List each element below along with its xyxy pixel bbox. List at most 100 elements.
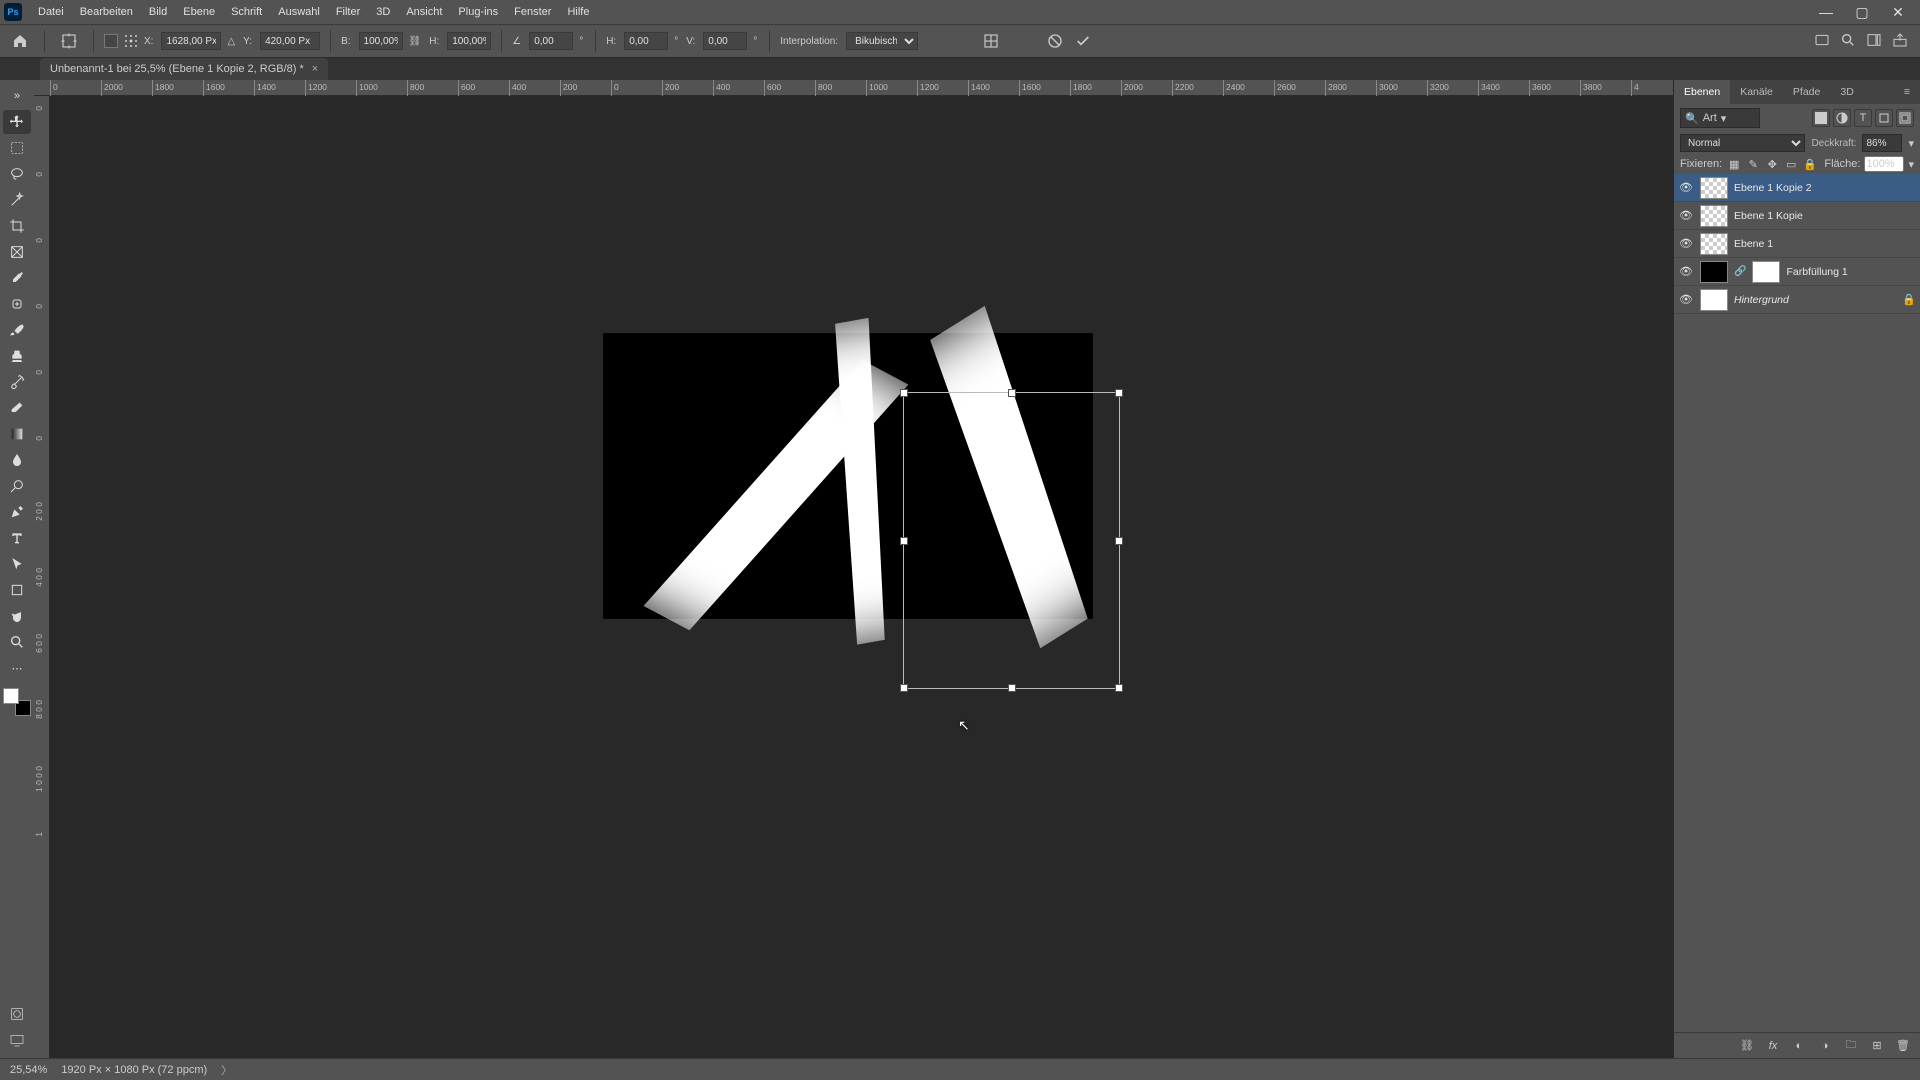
new-layer-icon[interactable]: ⊞ (1868, 1037, 1886, 1055)
transform-handle-bc[interactable] (1008, 684, 1016, 692)
cloud-docs-icon[interactable] (1814, 32, 1830, 51)
layer-lock-icon[interactable]: 🔒 (1902, 293, 1916, 306)
layer-thumbnail[interactable] (1700, 289, 1728, 311)
layer-thumbnail[interactable] (1700, 233, 1728, 255)
layer-mask-link-icon[interactable]: 🔗 (1734, 266, 1746, 277)
menu-fenster[interactable]: Fenster (506, 0, 559, 24)
menu-auswahl[interactable]: Auswahl (270, 0, 328, 24)
tab-3d[interactable]: 3D (1830, 80, 1863, 104)
hand-tool[interactable] (3, 604, 31, 628)
menu-plugins[interactable]: Plug-ins (450, 0, 506, 24)
blur-tool[interactable] (3, 448, 31, 472)
gradient-tool[interactable] (3, 422, 31, 446)
brush-tool[interactable] (3, 318, 31, 342)
lock-artboard-icon[interactable]: ▭ (1783, 156, 1799, 172)
layer-row[interactable]: 👁Ebene 1 Kopie (1674, 202, 1920, 230)
hskew-input[interactable] (624, 32, 668, 50)
layer-filter-type[interactable]: 🔍 Art ▾ (1680, 108, 1760, 128)
menu-schrift[interactable]: Schrift (223, 0, 270, 24)
tab-kanaele[interactable]: Kanäle (1730, 80, 1783, 104)
menu-ansicht[interactable]: Ansicht (398, 0, 450, 24)
collapse-tools-icon[interactable]: » (3, 84, 31, 108)
crop-tool[interactable] (3, 214, 31, 238)
interp-select[interactable]: Bikubisch (846, 32, 918, 50)
filter-type-icon[interactable]: T (1854, 109, 1872, 127)
lock-brush-icon[interactable]: ✎ (1745, 156, 1761, 172)
layer-name[interactable]: Farbfüllung 1 (1786, 266, 1847, 278)
workspace-icon[interactable] (1866, 32, 1882, 51)
path-select-tool[interactable] (3, 552, 31, 576)
layer-name[interactable]: Ebene 1 (1734, 238, 1773, 250)
window-close[interactable]: ✕ (1880, 0, 1916, 24)
more-tools-icon[interactable]: ⋯ (3, 656, 31, 680)
layer-visibility-icon[interactable]: 👁 (1678, 293, 1694, 306)
layer-visibility-icon[interactable]: 👁 (1678, 237, 1694, 250)
layer-visibility-icon[interactable]: 👁 (1678, 265, 1694, 278)
lock-position-icon[interactable]: ✥ (1764, 156, 1780, 172)
shape-tool[interactable] (3, 578, 31, 602)
canvas-workspace[interactable]: ↖ (50, 96, 1713, 1058)
y-input[interactable] (260, 32, 320, 50)
commit-transform-icon[interactable] (1072, 33, 1094, 49)
quick-mask-icon[interactable] (3, 1002, 31, 1026)
zoom-status[interactable]: 25,54% (10, 1064, 47, 1076)
document-tab-close-icon[interactable]: × (312, 63, 318, 75)
delete-layer-icon[interactable]: 🗑 (1894, 1037, 1912, 1055)
foreground-color-swatch[interactable] (3, 688, 19, 704)
chevron-down-icon[interactable]: ▾ (1908, 137, 1914, 150)
transform-handle-tc[interactable] (1008, 389, 1016, 397)
transform-bounding-box[interactable] (903, 392, 1120, 689)
dodge-tool[interactable] (3, 474, 31, 498)
rotate-input[interactable] (529, 32, 573, 50)
transform-tool-icon[interactable] (55, 27, 83, 55)
layer-name[interactable]: Hintergrund (1734, 294, 1789, 306)
layer-fx-icon[interactable]: fx (1764, 1037, 1782, 1055)
menu-bearbeiten[interactable]: Bearbeiten (72, 0, 141, 24)
layer-thumbnail[interactable] (1700, 261, 1728, 283)
transform-handle-br[interactable] (1115, 684, 1123, 692)
eyedropper-tool[interactable] (3, 266, 31, 290)
history-brush-tool[interactable] (3, 370, 31, 394)
vskew-input[interactable] (703, 32, 747, 50)
magic-wand-tool[interactable] (3, 188, 31, 212)
menu-datei[interactable]: Datei (30, 0, 72, 24)
menu-filter[interactable]: Filter (328, 0, 368, 24)
layer-group-icon[interactable]: 🗀 (1842, 1037, 1860, 1055)
filter-pixel-icon[interactable] (1812, 109, 1830, 127)
vertical-ruler[interactable]: 0000002 0 04 0 06 0 08 0 01 0 0 01 (34, 96, 50, 1058)
x-input[interactable] (161, 32, 221, 50)
eraser-tool[interactable] (3, 396, 31, 420)
search-icon[interactable] (1840, 32, 1856, 51)
filter-adjust-icon[interactable] (1833, 109, 1851, 127)
link-wh-icon[interactable]: ⛓ (409, 36, 424, 47)
layer-name[interactable]: Ebene 1 Kopie 2 (1734, 182, 1812, 194)
chevron-down-icon[interactable]: ▾ (1908, 158, 1914, 171)
menu-bild[interactable]: Bild (141, 0, 175, 24)
menu-hilfe[interactable]: Hilfe (559, 0, 597, 24)
document-tab[interactable]: Unbenannt-1 bei 25,5% (Ebene 1 Kopie 2, … (40, 58, 328, 80)
layer-thumbnail[interactable] (1700, 177, 1728, 199)
frame-tool[interactable] (3, 240, 31, 264)
fg-bg-colors[interactable] (3, 688, 31, 716)
document-dims-status[interactable]: 1920 Px × 1080 Px (72 ppcm) (61, 1064, 207, 1076)
warp-mode-icon[interactable] (980, 32, 1002, 50)
tab-pfade[interactable]: Pfade (1783, 80, 1830, 104)
triangle-icon[interactable]: △ (227, 36, 237, 47)
fill-input[interactable] (1864, 156, 1904, 172)
reference-point-grid-icon[interactable] (124, 34, 138, 48)
filter-smart-icon[interactable] (1896, 109, 1914, 127)
transform-handle-bl[interactable] (900, 684, 908, 692)
link-layers-icon[interactable]: ⛓ (1738, 1037, 1756, 1055)
marquee-tool[interactable] (3, 136, 31, 160)
window-maximize[interactable]: ▢ (1844, 0, 1880, 24)
filter-shape-icon[interactable] (1875, 109, 1893, 127)
move-tool[interactable] (3, 110, 31, 134)
layer-name[interactable]: Ebene 1 Kopie (1734, 210, 1803, 222)
menu-ebene[interactable]: Ebene (175, 0, 223, 24)
status-flyout-icon[interactable]: 〉 (221, 1062, 232, 1078)
w-input[interactable] (359, 32, 403, 50)
lock-all-icon[interactable]: 🔒 (1802, 156, 1818, 172)
layer-visibility-icon[interactable]: 👁 (1678, 181, 1694, 194)
lasso-tool[interactable] (3, 162, 31, 186)
blend-mode-select[interactable]: Normal (1680, 134, 1805, 152)
